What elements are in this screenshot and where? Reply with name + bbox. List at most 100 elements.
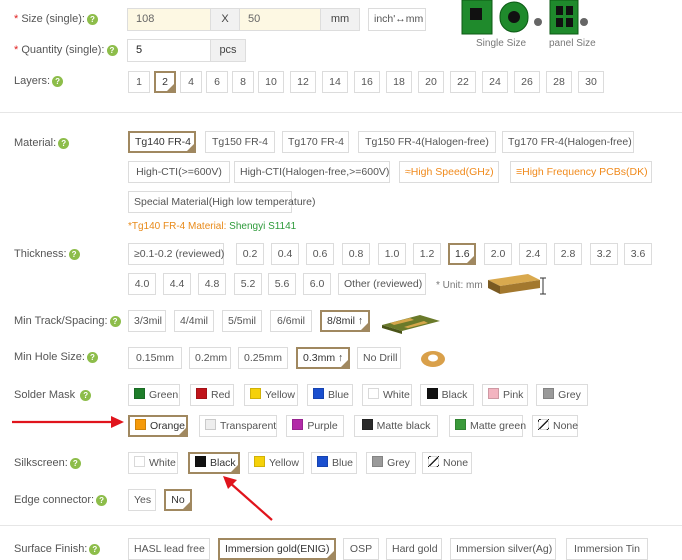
- layers-option-6[interactable]: 6: [206, 71, 228, 93]
- solder-option-black[interactable]: Black: [420, 384, 474, 406]
- help-icon: ?: [80, 389, 92, 401]
- material-option-label: ≡High Frequency PCBs(DK): [516, 166, 648, 178]
- layers-option-12[interactable]: 12: [290, 71, 316, 93]
- silkscreen-option-black[interactable]: Black: [188, 452, 240, 474]
- hole-option-0-25mm[interactable]: 0.25mm: [238, 347, 288, 369]
- layers-option-24[interactable]: 24: [482, 71, 508, 93]
- layers-option-label: 4: [188, 76, 194, 88]
- silkscreen-option-yellow[interactable]: Yellow: [248, 452, 304, 474]
- solder-option-transparent[interactable]: Transparent: [199, 415, 277, 437]
- layers-option-22[interactable]: 22: [450, 71, 476, 93]
- hole-option-0-15mm[interactable]: 0.15mm: [128, 347, 182, 369]
- thickness-option-2-8[interactable]: 2.8: [554, 243, 582, 265]
- track-option-6-6mil[interactable]: 6/6mil: [270, 310, 312, 332]
- layers-option-28[interactable]: 28: [546, 71, 572, 93]
- solder-option-pink[interactable]: Pink: [482, 384, 528, 406]
- track-option-3-3mil[interactable]: 3/3mil: [128, 310, 166, 332]
- layers-option-18[interactable]: 18: [386, 71, 412, 93]
- silkscreen-option-none[interactable]: None: [422, 452, 472, 474]
- track-option-5-5mil[interactable]: 5/5mil: [222, 310, 262, 332]
- material-option-high-cti-halogen-free-600v[interactable]: High-CTI(Halogen-free,>=600V): [234, 161, 390, 183]
- thickness-option-2-4[interactable]: 2.4: [519, 243, 547, 265]
- edge-option-yes[interactable]: Yes: [128, 489, 156, 511]
- edge-connector-label: Edge connector:?: [14, 494, 108, 506]
- solder-option-orange[interactable]: Orange: [128, 415, 188, 437]
- layers-option-2[interactable]: 2: [154, 71, 176, 93]
- quantity-input[interactable]: 5: [127, 39, 211, 62]
- layers-option-10[interactable]: 10: [258, 71, 284, 93]
- thickness-option-5-6[interactable]: 5.6: [268, 273, 296, 295]
- silkscreen-option-white[interactable]: White: [128, 452, 178, 474]
- material-option-high-frequency-pcbs-dk[interactable]: ≡High Frequency PCBs(DK): [510, 161, 652, 183]
- thickness-option-1-0[interactable]: 1.0: [378, 243, 406, 265]
- size-height-input[interactable]: 50: [239, 8, 321, 31]
- layers-option-4[interactable]: 4: [180, 71, 202, 93]
- solder-option-green[interactable]: Green: [128, 384, 180, 406]
- material-option-tg170-fr-4[interactable]: Tg170 FR-4: [282, 131, 349, 153]
- material-option-tg150-fr-4-halogen-free[interactable]: Tg150 FR-4(Halogen-free): [358, 131, 496, 153]
- hole-option-0-2mm[interactable]: 0.2mm: [189, 347, 231, 369]
- track-option-4-4mil[interactable]: 4/4mil: [174, 310, 214, 332]
- solder-option-purple[interactable]: Purple: [286, 415, 344, 437]
- thickness-option-label: Other (reviewed): [344, 278, 423, 290]
- solder-option-none[interactable]: None: [532, 415, 578, 437]
- thickness-option-0-6[interactable]: 0.6: [306, 243, 334, 265]
- finish-option-immersion-tin[interactable]: Immersion Tin: [566, 538, 648, 560]
- thickness-option-3-2[interactable]: 3.2: [590, 243, 618, 265]
- material-option-high-cti-600v[interactable]: High-CTI(>=600V): [128, 161, 230, 183]
- layers-option-14[interactable]: 14: [322, 71, 348, 93]
- thickness-option-0-8[interactable]: 0.8: [342, 243, 370, 265]
- thickness-option-6-0[interactable]: 6.0: [303, 273, 331, 295]
- thickness-option-1-2[interactable]: 1.2: [413, 243, 441, 265]
- thickness-option-4-4[interactable]: 4.4: [163, 273, 191, 295]
- solder-option-red[interactable]: Red: [190, 384, 234, 406]
- material-option-tg150-fr-4[interactable]: Tg150 FR-4: [205, 131, 275, 153]
- layers-option-1[interactable]: 1: [128, 71, 150, 93]
- solder-option-white[interactable]: White: [362, 384, 412, 406]
- help-icon: ?: [106, 44, 118, 56]
- track-option-8-8mil[interactable]: 8/8mil ↑: [320, 310, 370, 332]
- layers-option-26[interactable]: 26: [514, 71, 540, 93]
- thickness-option-3-6[interactable]: 3.6: [624, 243, 652, 265]
- thickness-option-0-4[interactable]: 0.4: [271, 243, 299, 265]
- thickness-option-2-0[interactable]: 2.0: [484, 243, 512, 265]
- finish-option-immersion-silver-ag[interactable]: Immersion silver(Ag): [450, 538, 556, 560]
- finish-option-hasl-lead-free[interactable]: HASL lead free: [128, 538, 210, 560]
- layers-option-20[interactable]: 20: [418, 71, 444, 93]
- layers-option-30[interactable]: 30: [578, 71, 604, 93]
- solder-option-label: Transparent: [220, 420, 277, 432]
- solder-option-blue[interactable]: Blue: [307, 384, 353, 406]
- material-option-high-speed-ghz[interactable]: ≈High Speed(GHz): [399, 161, 499, 183]
- size-width-input[interactable]: 108: [127, 8, 211, 31]
- silkscreen-option-label: Blue: [332, 457, 354, 469]
- thickness-option-4-8[interactable]: 4.8: [198, 273, 226, 295]
- hole-option-0-3mm[interactable]: 0.3mm ↑: [296, 347, 350, 369]
- help-icon: ?: [52, 75, 64, 87]
- material-option-special-material-high-low-temperature[interactable]: Special Material(High low temperature): [128, 191, 316, 213]
- solder-option-matte-black[interactable]: Matte black: [354, 415, 438, 437]
- hole-option-no-drill[interactable]: No Drill: [357, 347, 401, 369]
- solder-option-yellow[interactable]: Yellow: [244, 384, 298, 406]
- silkscreen-option-grey[interactable]: Grey: [366, 452, 416, 474]
- thickness-option-0-2[interactable]: 0.2: [236, 243, 264, 265]
- solder-option-grey[interactable]: Grey: [536, 384, 588, 406]
- layers-option-16[interactable]: 16: [354, 71, 380, 93]
- thickness-option-label: 4.8: [204, 278, 220, 290]
- finish-option-hard-gold[interactable]: Hard gold: [386, 538, 442, 560]
- thickness-option-4-0[interactable]: 4.0: [128, 273, 156, 295]
- material-option-tg170-fr-4-halogen-free[interactable]: Tg170 FR-4(Halogen-free): [502, 131, 634, 153]
- finish-option-osp[interactable]: OSP: [343, 538, 379, 560]
- thickness-option-0-1-0-2-reviewed[interactable]: ≥0.1-0.2 (reviewed): [128, 243, 224, 265]
- solder-option-matte-green[interactable]: Matte green: [449, 415, 526, 437]
- solder-mask-label: Solder Mask ?: [14, 389, 92, 401]
- edge-option-no[interactable]: No: [164, 489, 192, 511]
- material-option-tg140-fr-4[interactable]: Tg140 FR-4: [128, 131, 196, 153]
- unit-convert-button[interactable]: inch'↔mm: [368, 8, 426, 31]
- thickness-option-1-6[interactable]: 1.6: [448, 243, 476, 265]
- help-icon: ?: [58, 137, 70, 149]
- thickness-option-other-reviewed[interactable]: Other (reviewed): [338, 273, 426, 295]
- thickness-option-5-2[interactable]: 5.2: [234, 273, 262, 295]
- finish-option-immersion-gold-enig[interactable]: Immersion gold(ENIG): [218, 538, 336, 560]
- layers-option-8[interactable]: 8: [232, 71, 254, 93]
- silkscreen-option-blue[interactable]: Blue: [311, 452, 357, 474]
